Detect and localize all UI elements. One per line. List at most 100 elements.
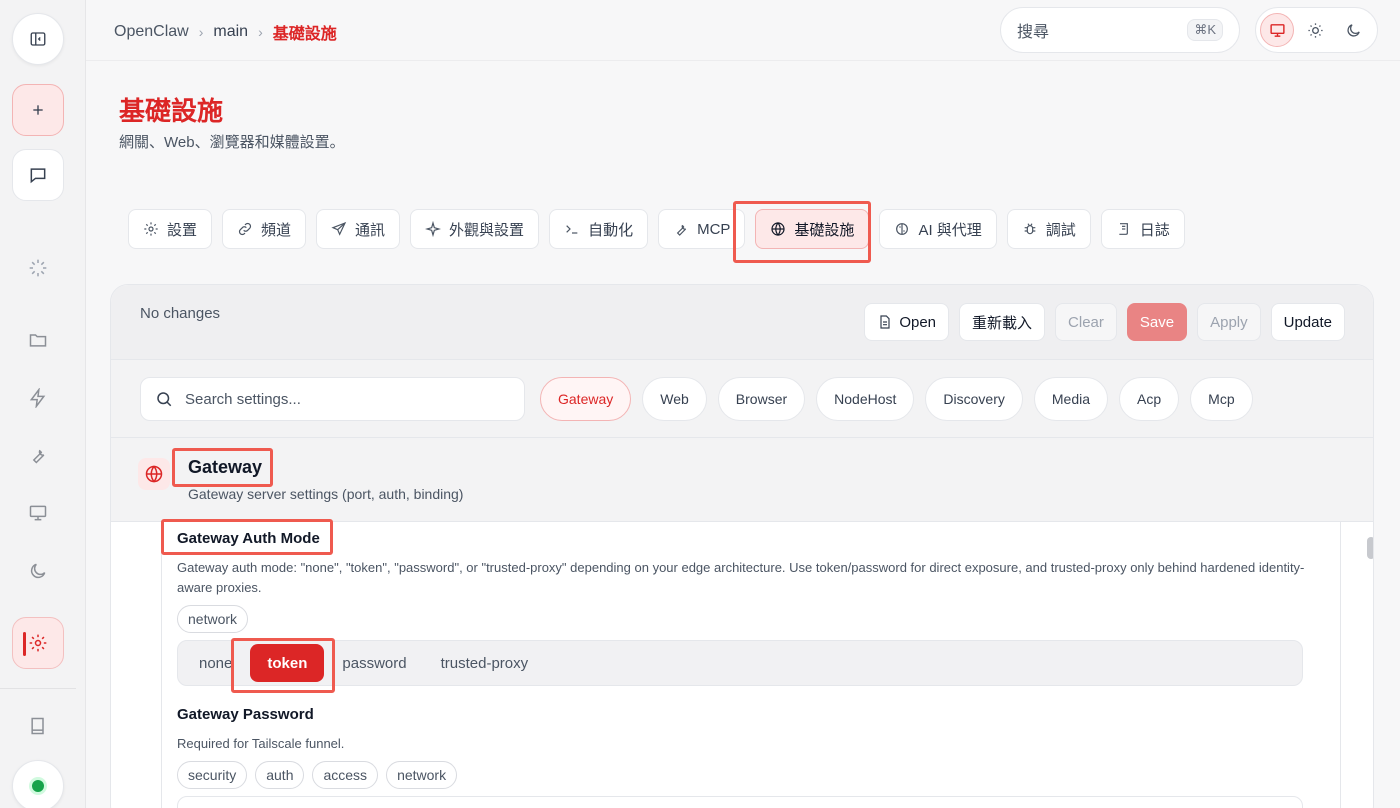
password-description: Required for Tailscale funnel.: [177, 736, 345, 751]
chip-web[interactable]: Web: [642, 377, 707, 421]
chip-acp[interactable]: Acp: [1119, 377, 1180, 421]
auth-option-token[interactable]: token: [250, 644, 325, 682]
tab-infrastructure[interactable]: 基礎設施: [755, 209, 870, 249]
global-search[interactable]: 搜尋 ⌘K: [1000, 7, 1240, 53]
auth-option-password[interactable]: password: [325, 644, 423, 682]
display-button[interactable]: [26, 501, 50, 525]
password-title: Gateway Password: [177, 706, 314, 723]
settings-panel: No changes Open 重新載入 Clear Save Apply Up…: [110, 284, 1374, 808]
open-label: Open: [899, 313, 937, 331]
new-session-button[interactable]: [12, 84, 64, 136]
gateway-section-header: Gateway Gateway server settings (port, a…: [111, 438, 1373, 522]
docs-button[interactable]: [26, 714, 50, 738]
tab-messaging[interactable]: 通訊: [316, 209, 401, 249]
settings-button[interactable]: [12, 617, 64, 669]
tab-mcp[interactable]: MCP: [658, 209, 746, 249]
save-button[interactable]: Save: [1126, 303, 1188, 341]
tab-label: AI 與代理: [918, 221, 982, 239]
globe-icon: [145, 465, 163, 483]
tab-label: 設置: [167, 221, 198, 239]
auth-option-none[interactable]: none: [199, 644, 249, 682]
link-icon: [238, 222, 252, 236]
change-status: No changes: [140, 305, 221, 322]
theme-switcher: [1255, 7, 1378, 53]
file-icon: [880, 315, 890, 329]
tab-automation[interactable]: 自動化: [549, 209, 649, 249]
tab-label: 頻道: [261, 221, 292, 239]
send-icon: [331, 221, 347, 236]
monitor-icon: [29, 505, 47, 521]
tab-logs[interactable]: 日誌: [1100, 209, 1185, 249]
search-label: 搜尋: [1017, 24, 1050, 41]
globe-icon: [771, 222, 786, 236]
sidebar: [0, 0, 86, 808]
sidebar-toggle-button[interactable]: [12, 13, 64, 65]
monitor-icon: [1269, 23, 1285, 37]
search-shortcut: ⌘K: [1187, 19, 1223, 41]
theme-light-button[interactable]: [1298, 13, 1332, 47]
reload-button[interactable]: 重新載入: [959, 303, 1046, 341]
settings-search-input[interactable]: [185, 390, 505, 408]
apply-button[interactable]: Apply: [1197, 303, 1261, 341]
automation-button[interactable]: [26, 386, 50, 410]
chat-icon: [30, 168, 46, 184]
book-icon: [31, 717, 44, 735]
clear-button[interactable]: Clear: [1055, 303, 1117, 341]
tab-appearance[interactable]: 外觀與設置: [410, 209, 540, 249]
section-title: Gateway: [188, 457, 263, 477]
search-icon: [157, 392, 172, 407]
tag-network: network: [177, 605, 249, 633]
tab-debug[interactable]: 調試: [1006, 209, 1091, 249]
auth-mode-selector: none token password trusted-proxy: [177, 640, 1303, 686]
tab-label: MCP: [697, 220, 731, 238]
breadcrumb-root[interactable]: OpenClaw: [114, 23, 189, 41]
tab-label: 調試: [1045, 221, 1076, 239]
wrench-icon: [32, 449, 45, 464]
update-button[interactable]: Update: [1270, 303, 1345, 341]
files-button[interactable]: [26, 328, 50, 352]
chip-discovery[interactable]: Discovery: [925, 377, 1023, 421]
tag-access: access: [312, 761, 379, 789]
tools-button[interactable]: [26, 443, 50, 467]
chip-mcp[interactable]: Mcp: [1190, 377, 1253, 421]
section-chips: Gateway Web Browser NodeHost Discovery M…: [540, 377, 1253, 421]
open-button[interactable]: Open: [864, 303, 950, 341]
scrollbar-thumb[interactable]: [1367, 537, 1373, 559]
gateway-fields: Gateway Auth Mode Gateway auth mode: "no…: [161, 522, 1341, 808]
brain-icon: [896, 223, 909, 235]
theme-dark-button[interactable]: [1336, 13, 1370, 47]
settings-search[interactable]: [140, 377, 525, 421]
chip-media[interactable]: Media: [1033, 377, 1109, 421]
breadcrumb-main[interactable]: main: [213, 23, 248, 41]
tab-settings[interactable]: 設置: [128, 209, 213, 249]
breadcrumb-separator: ›: [198, 24, 204, 40]
tab-label: 外觀與設置: [449, 221, 525, 239]
sun-icon: [1307, 22, 1323, 38]
panel-toolbar: No changes Open 重新載入 Clear Save Apply Up…: [111, 285, 1373, 360]
page-subtitle: 網關、Web、瀏覽器和媒體設置。: [119, 134, 345, 151]
chip-gateway[interactable]: Gateway: [540, 377, 632, 421]
tab-channels[interactable]: 頻道: [222, 209, 307, 249]
chat-button[interactable]: [12, 149, 64, 201]
auth-option-trusted-proxy[interactable]: trusted-proxy: [424, 644, 546, 682]
theme-system-button[interactable]: [1260, 13, 1294, 47]
loader-button[interactable]: [26, 256, 50, 280]
tab-ai-agents[interactable]: AI 與代理: [879, 209, 997, 249]
connection-status[interactable]: [12, 760, 64, 808]
chip-nodehost[interactable]: NodeHost: [816, 377, 915, 421]
password-field[interactable]: [177, 796, 1303, 808]
bolt-icon: [29, 388, 46, 408]
moon-icon: [1346, 23, 1360, 37]
tab-label: 通訊: [355, 221, 386, 239]
moon-icon: [30, 563, 46, 579]
status-dot: [32, 780, 44, 792]
section-icon: [138, 458, 170, 490]
tag-security: security: [177, 761, 248, 789]
tag-auth: auth: [255, 761, 305, 789]
auth-mode-description: Gateway auth mode: "none", "token", "pas…: [177, 560, 1305, 595]
bug-icon: [1024, 223, 1036, 235]
chip-browser[interactable]: Browser: [717, 377, 806, 421]
action-buttons: Open 重新載入 Clear Save Apply Update: [864, 303, 1345, 341]
dark-mode-button[interactable]: [26, 559, 50, 583]
auth-mode-title: Gateway Auth Mode: [177, 530, 320, 547]
